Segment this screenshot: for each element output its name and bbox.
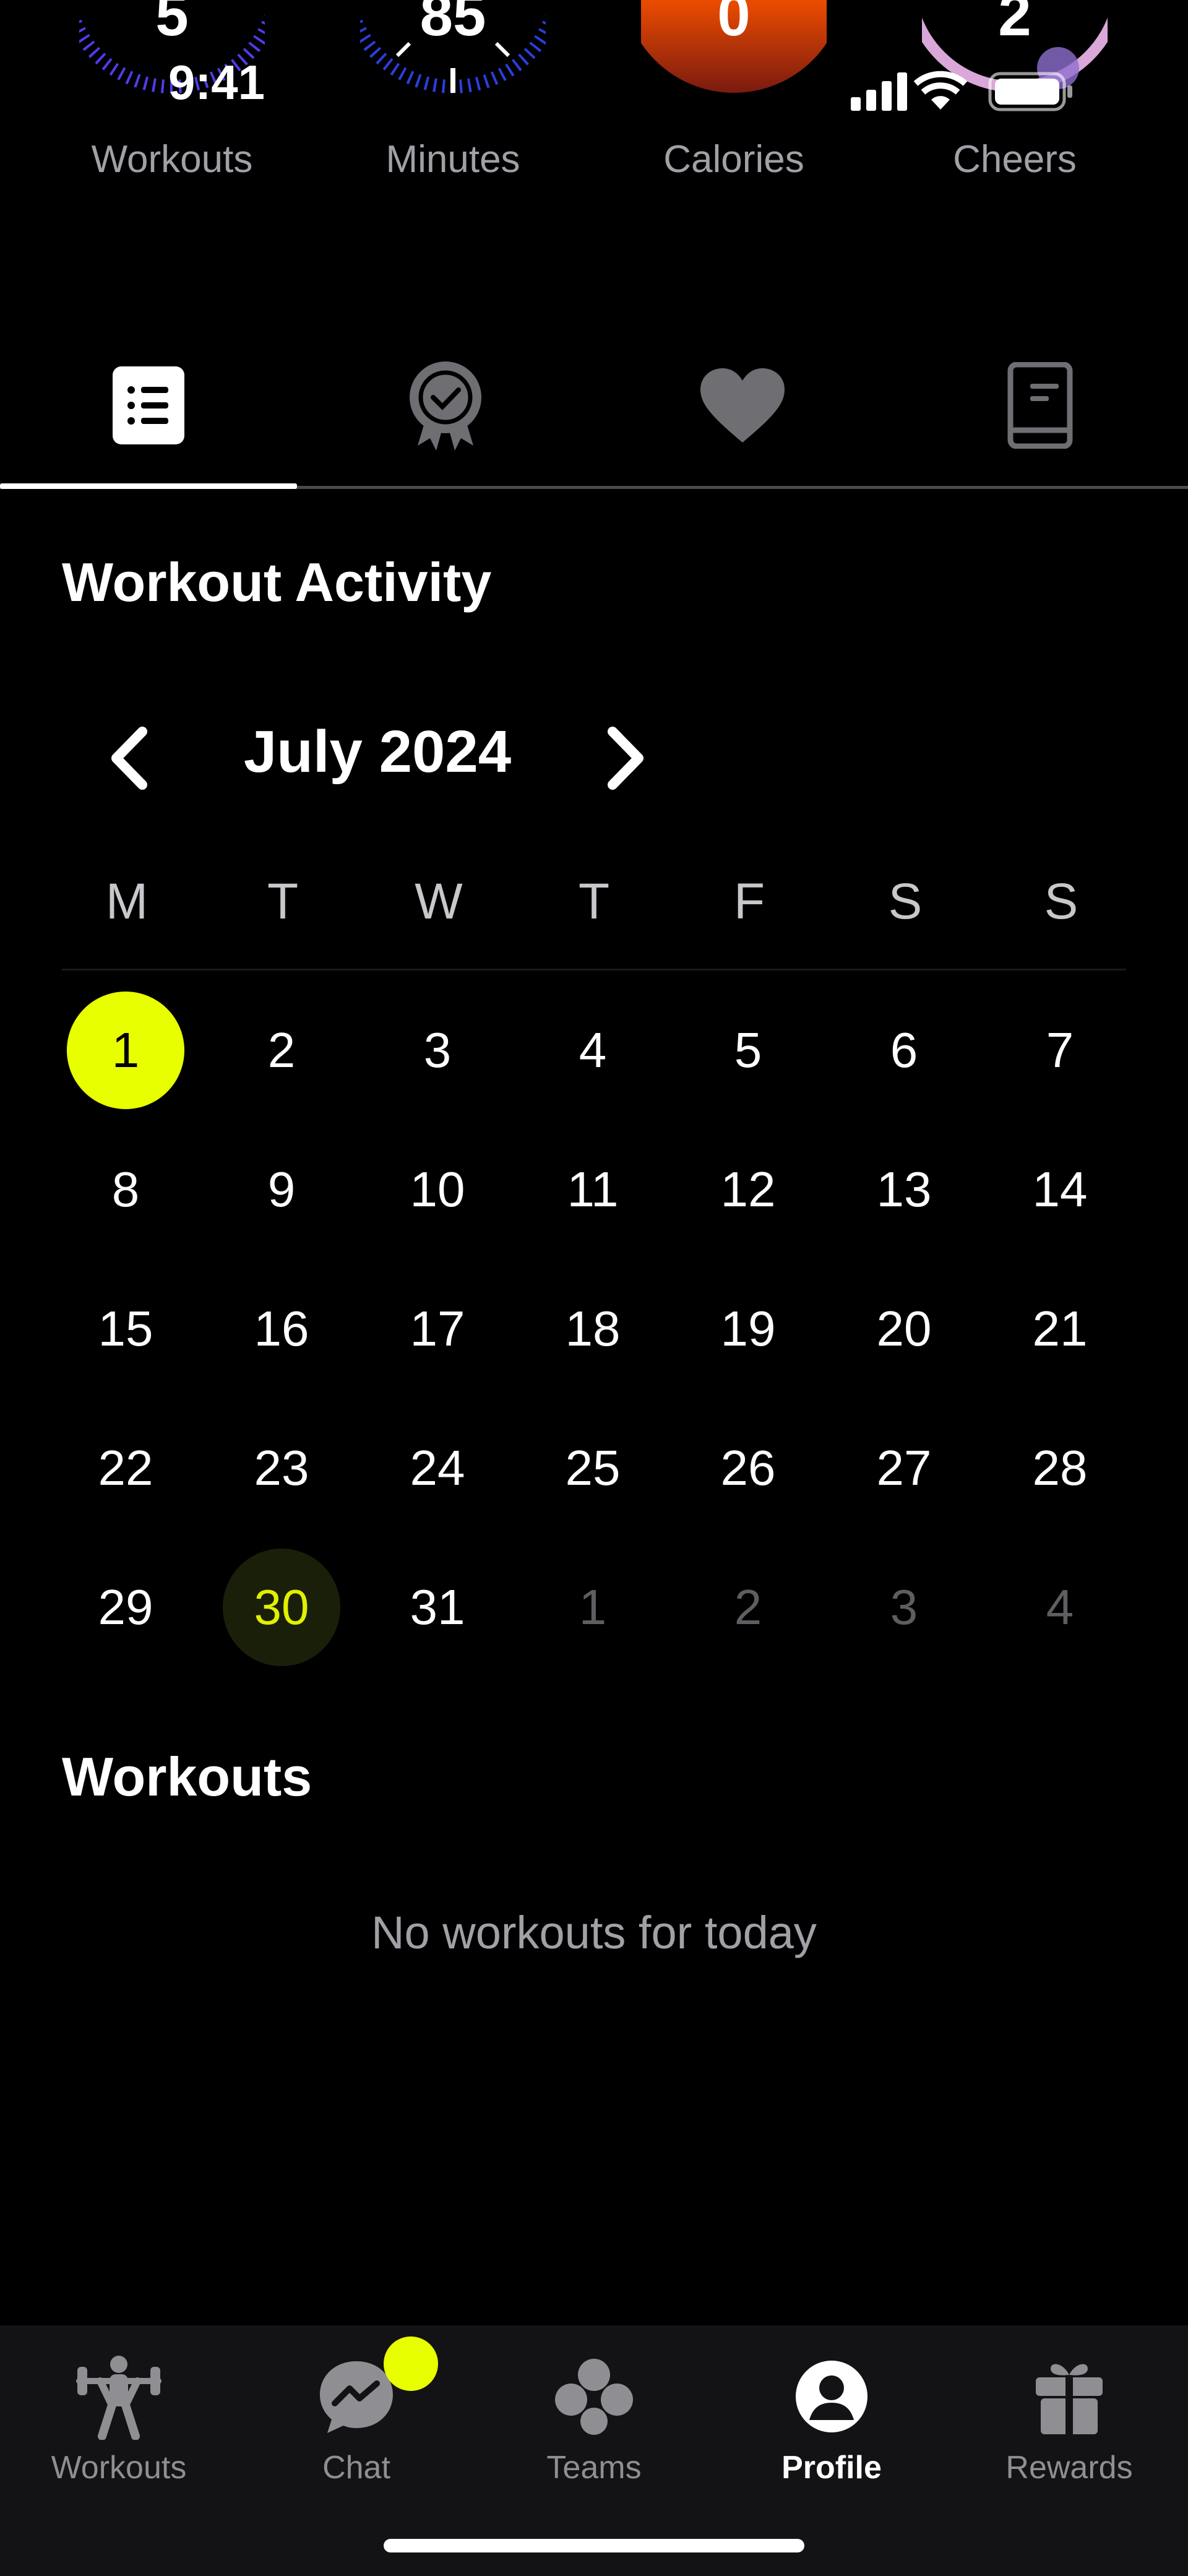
weekday-label: M — [105, 873, 148, 930]
calendar-day[interactable]: 29 — [67, 1549, 184, 1666]
nav-rewards[interactable]: Rewards — [950, 2325, 1188, 2486]
calendar-day[interactable]: 7 — [1001, 992, 1119, 1109]
profile-icon — [713, 2344, 950, 2449]
prev-month-button[interactable] — [93, 699, 167, 817]
calendar-day[interactable]: 4 — [1001, 1549, 1119, 1666]
chat-unread-badge — [384, 2336, 438, 2391]
nav-profile[interactable]: Profile — [713, 2325, 950, 2486]
status-time: 9:41 — [168, 55, 265, 110]
weekday-label: S — [888, 873, 923, 930]
profile-tabs — [0, 322, 1188, 489]
active-tab-indicator — [0, 483, 297, 489]
stat-label: Cheers — [953, 138, 1077, 181]
teams-icon — [475, 2344, 713, 2449]
nav-label: Teams — [546, 2450, 642, 2486]
calendar-divider — [62, 969, 1126, 970]
chat-bubble-icon — [238, 2344, 475, 2449]
stat-label: Calories — [663, 138, 804, 181]
calendar-day[interactable]: 21 — [1001, 1270, 1119, 1388]
calendar-day[interactable]: 22 — [67, 1409, 184, 1527]
nav-workouts[interactable]: Workouts — [0, 2325, 238, 2486]
weightlifter-icon — [0, 2344, 238, 2449]
calendar-day[interactable]: 24 — [379, 1409, 496, 1527]
nav-label: Chat — [322, 2450, 390, 2486]
status-icons — [848, 65, 1089, 115]
calendar-day[interactable]: 11 — [534, 1131, 652, 1248]
calendar-day[interactable]: 1 — [534, 1549, 652, 1666]
calendar-day[interactable]: 19 — [689, 1270, 807, 1388]
calendar-day[interactable]: 12 — [689, 1131, 807, 1248]
calendar-day[interactable]: 25 — [534, 1409, 652, 1527]
tab-journal[interactable] — [891, 322, 1188, 489]
calendar-day[interactable]: 8 — [67, 1131, 184, 1248]
nav-teams[interactable]: Teams — [475, 2325, 713, 2486]
calendar-day[interactable]: 17 — [379, 1270, 496, 1388]
home-indicator — [384, 2539, 804, 2552]
calendar-day[interactable]: 14 — [1001, 1131, 1119, 1248]
calendar-day[interactable]: 13 — [845, 1131, 963, 1248]
stat-value: 0 — [717, 0, 751, 48]
weekday-label: T — [267, 873, 299, 930]
tab-activity[interactable] — [0, 322, 297, 489]
chevron-left-icon — [111, 727, 147, 790]
book-icon — [1007, 362, 1073, 449]
tab-achievements[interactable] — [297, 322, 594, 489]
signal-icon — [851, 71, 1072, 111]
weekday-label: S — [1044, 873, 1078, 930]
badge-check-icon — [410, 361, 481, 451]
calendar-day[interactable]: 20 — [845, 1270, 963, 1388]
calendar-day[interactable]: 27 — [845, 1409, 963, 1527]
stat-label: Minutes — [385, 138, 520, 181]
stat-value: 85 — [420, 0, 486, 48]
calendar-day[interactable]: 10 — [379, 1131, 496, 1248]
stat-label: Workouts — [91, 138, 253, 181]
nav-label: Workouts — [51, 2450, 187, 2486]
list-icon — [113, 366, 184, 444]
gift-icon — [950, 2344, 1188, 2449]
calendar-day[interactable]: 30 — [223, 1549, 340, 1666]
calendar-day[interactable]: 31 — [379, 1549, 496, 1666]
calendar-day[interactable]: 15 — [67, 1270, 184, 1388]
calendar-day[interactable]: 3 — [845, 1549, 963, 1666]
weekday-label: T — [578, 873, 610, 930]
calendar-day[interactable]: 6 — [845, 992, 963, 1109]
heart-icon — [700, 368, 785, 443]
stat-calories[interactable]: 0 Calories — [610, 0, 858, 192]
calendar-day[interactable]: 1 — [67, 992, 184, 1109]
tab-favorites[interactable] — [594, 322, 891, 489]
calendar-day[interactable]: 23 — [223, 1409, 340, 1527]
stat-minutes[interactable]: 85 Minutes — [329, 0, 577, 192]
weekday-label: F — [733, 873, 765, 930]
calendar-day[interactable]: 2 — [689, 1549, 807, 1666]
stat-value: 5 — [155, 0, 189, 48]
weekday-label: W — [415, 873, 463, 930]
calendar-day[interactable]: 26 — [689, 1409, 807, 1527]
nav-label: Profile — [781, 2450, 882, 2486]
calendar-day[interactable]: 18 — [534, 1270, 652, 1388]
calendar-day[interactable]: 5 — [689, 992, 807, 1109]
next-month-button[interactable] — [588, 699, 662, 817]
nav-label: Rewards — [1005, 2450, 1133, 2486]
stat-value: 2 — [998, 0, 1031, 48]
calendar-day[interactable]: 16 — [223, 1270, 340, 1388]
calendar-day[interactable]: 3 — [379, 992, 496, 1109]
chevron-right-icon — [608, 727, 644, 790]
calendar-day[interactable]: 9 — [223, 1131, 340, 1248]
nav-chat[interactable]: Chat — [238, 2325, 475, 2486]
workouts-title: Workouts — [62, 1746, 312, 1807]
weekday-header: M T W T F S S — [62, 873, 1126, 947]
workout-activity-title: Workout Activity — [62, 551, 492, 613]
calendar-day[interactable]: 4 — [534, 992, 652, 1109]
calendar-day[interactable]: 2 — [223, 992, 340, 1109]
month-label: July 2024 — [243, 719, 512, 785]
calendar-day[interactable]: 28 — [1001, 1409, 1119, 1527]
empty-state-text: No workouts for today — [371, 1907, 817, 1958]
